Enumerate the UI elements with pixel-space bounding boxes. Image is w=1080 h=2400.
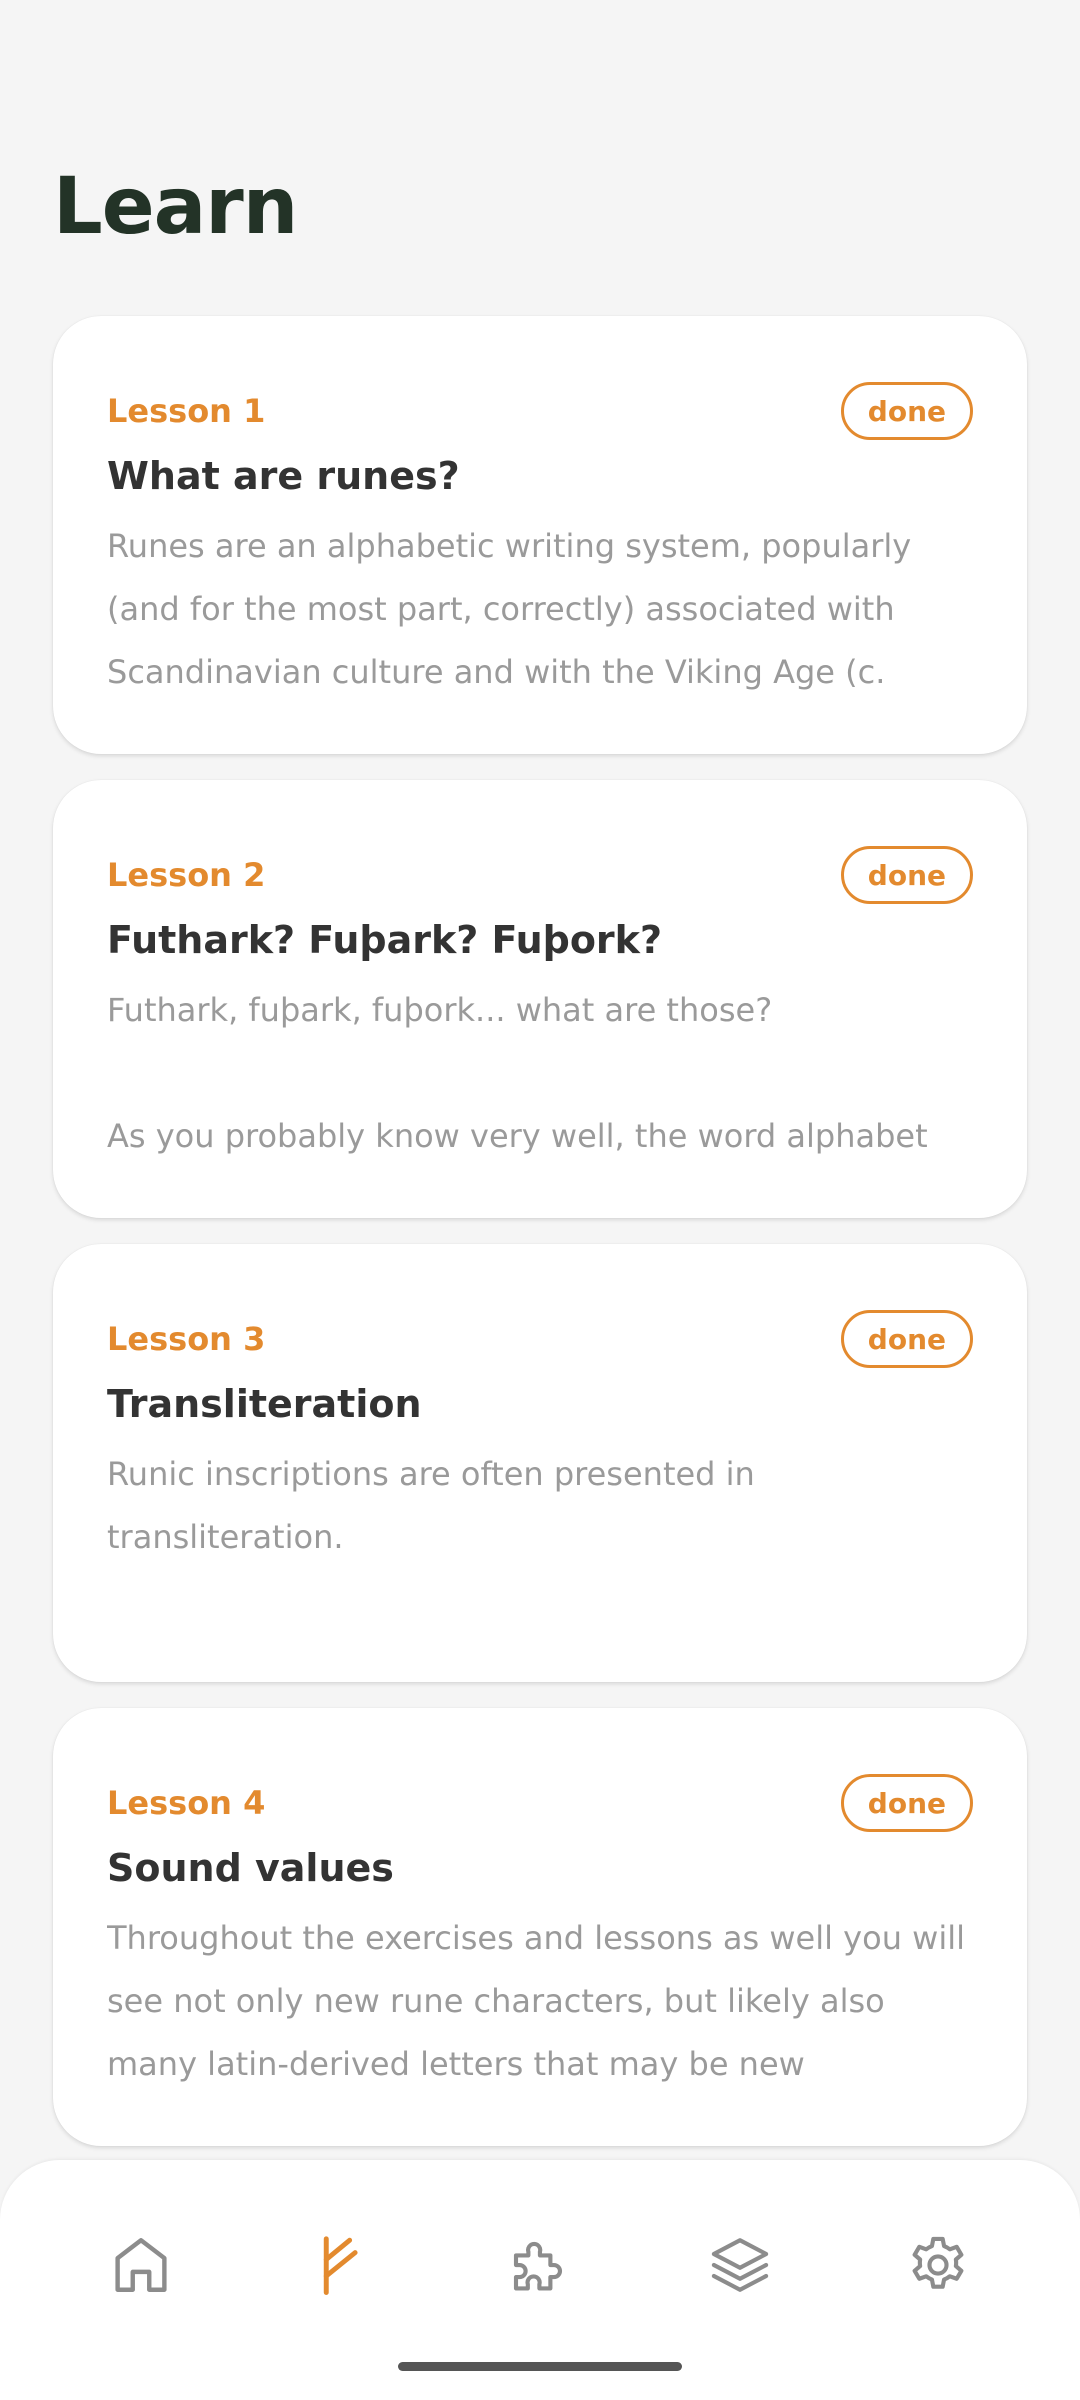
status-badge: done <box>840 1310 973 1368</box>
lesson-title: Transliteration <box>107 1382 422 1426</box>
gear-icon <box>912 2236 964 2289</box>
lesson-card-header: Lesson 2 done <box>107 846 973 904</box>
home-icon <box>115 2238 167 2292</box>
nav-item-runes[interactable] <box>285 2210 395 2320</box>
page-title: Learn <box>53 162 298 252</box>
lesson-card-1[interactable]: Lesson 1 done What are runes? Runes are … <box>53 316 1027 754</box>
nav-item-settings[interactable] <box>883 2210 993 2320</box>
lesson-card-header: Lesson 1 done <box>107 382 973 440</box>
lesson-number: Lesson 3 <box>107 1320 266 1358</box>
status-badge: done <box>840 846 973 904</box>
lesson-list: Lesson 1 done What are runes? Runes are … <box>53 316 1027 2172</box>
lesson-number: Lesson 4 <box>107 1784 266 1822</box>
puzzle-icon <box>513 2241 563 2291</box>
rune-icon <box>323 2236 358 2295</box>
lesson-excerpt: Futhark, fuþark, fuþork... what are thos… <box>107 991 928 1156</box>
nav-item-home[interactable] <box>86 2210 196 2320</box>
lesson-card-3[interactable]: Lesson 3 done Transliteration Runic insc… <box>53 1244 1027 1682</box>
status-badge: done <box>840 1774 973 1832</box>
lesson-card-2[interactable]: Lesson 2 done Futhark? Fuþark? Fuþork? F… <box>53 780 1027 1218</box>
lesson-excerpt: Runes are an alphabetic writing system, … <box>107 527 922 692</box>
lesson-excerpt: Throughout the exercises and lessons as … <box>107 1919 965 2084</box>
home-indicator[interactable] <box>398 2362 682 2371</box>
layers-icon <box>711 2238 769 2292</box>
status-badge: done <box>840 382 973 440</box>
lesson-number: Lesson 1 <box>107 392 266 430</box>
lesson-title: What are runes? <box>107 454 460 498</box>
lesson-title: Sound values <box>107 1846 394 1890</box>
nav-item-decks[interactable] <box>685 2210 795 2320</box>
lesson-card-header: Lesson 4 done <box>107 1774 973 1832</box>
lesson-card-4[interactable]: Lesson 4 done Sound values Throughout th… <box>53 1708 1027 2146</box>
learn-screen: Learn Lesson 1 done What are runes? Rune… <box>0 0 1080 2400</box>
lesson-card-header: Lesson 3 done <box>107 1310 973 1368</box>
lesson-excerpt: Runic inscriptions are often presented i… <box>107 1455 765 1557</box>
nav-item-exercises[interactable] <box>483 2210 593 2320</box>
lesson-number: Lesson 2 <box>107 856 266 894</box>
lesson-title: Futhark? Fuþark? Fuþork? <box>107 918 662 962</box>
